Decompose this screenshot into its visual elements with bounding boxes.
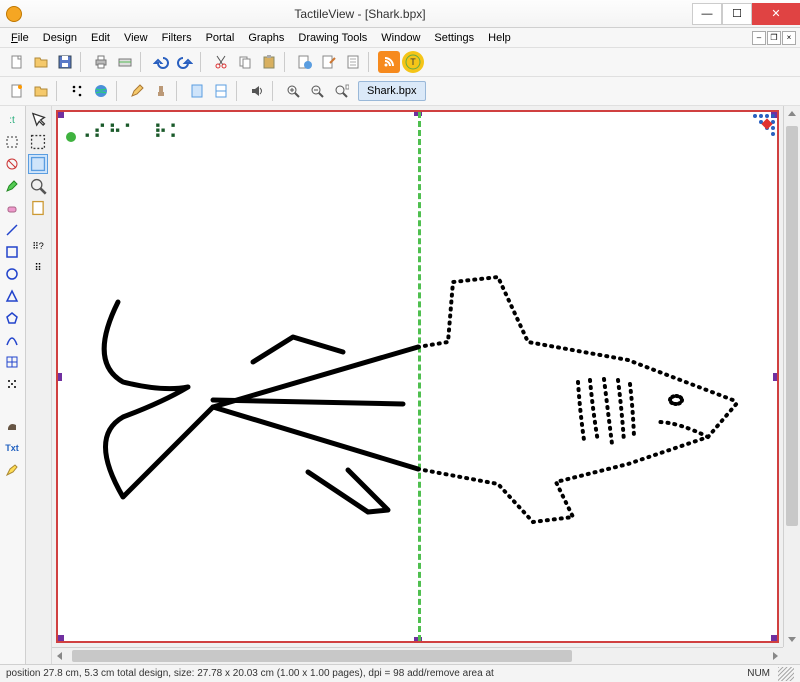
menu-drawing-tools[interactable]: Drawing Tools (291, 30, 374, 46)
titlebar: TactileView - [Shark.bpx] — ☐ ✕ (0, 0, 800, 28)
txt-tool[interactable]: Txt (2, 438, 22, 458)
cut-button[interactable] (210, 51, 232, 73)
new-file-button[interactable] (6, 51, 28, 73)
pointer-tool[interactable] (28, 110, 48, 130)
select-rect-tool[interactable] (2, 132, 22, 152)
menu-window[interactable]: Window (374, 30, 427, 46)
mdi-restore[interactable]: ❐ (767, 31, 781, 45)
menu-help[interactable]: Help (481, 30, 518, 46)
window-title: TactileView - [Shark.bpx] (28, 7, 692, 21)
curve-tool[interactable] (2, 330, 22, 350)
handle-ml[interactable] (56, 373, 62, 381)
print-button[interactable] (90, 51, 112, 73)
menu-edit[interactable]: Edit (84, 30, 117, 46)
retouch-tool[interactable] (2, 154, 22, 174)
mdi-minimize[interactable]: – (752, 31, 766, 45)
vertical-scrollbar[interactable] (783, 106, 800, 647)
pencil-green-tool[interactable] (2, 176, 22, 196)
open-folder-button[interactable] (30, 80, 52, 102)
resize-grip-icon[interactable] (778, 667, 794, 681)
scan-button[interactable] (114, 51, 136, 73)
toolbar-main: T (0, 48, 800, 77)
menu-file[interactable]: File (4, 30, 36, 46)
svg-text:T: T (410, 57, 416, 67)
status-num: NUM (747, 668, 770, 679)
dots-tool[interactable] (2, 374, 22, 394)
zoom-out-button[interactable] (306, 80, 328, 102)
status-text: position 27.8 cm, 5.3 cm total design, s… (6, 668, 494, 679)
table-tool[interactable] (2, 352, 22, 372)
toggle-doc-button[interactable] (6, 80, 28, 102)
paste-button[interactable] (258, 51, 280, 73)
menu-view[interactable]: View (117, 30, 155, 46)
handle-bl[interactable] (56, 635, 64, 643)
page-mode-1-button[interactable] (186, 80, 208, 102)
globe-button[interactable] (90, 80, 112, 102)
vertical-scroll-thumb[interactable] (786, 126, 798, 526)
polygon-tool[interactable] (2, 308, 22, 328)
rss-button[interactable] (378, 51, 400, 73)
copy-button[interactable] (234, 51, 256, 73)
highlight-tool[interactable] (2, 460, 22, 480)
zoom-fit-button[interactable] (330, 80, 352, 102)
menu-portal[interactable]: Portal (199, 30, 242, 46)
canvas-wrapper: ⠠⠎⠓⠁⠀⠗⠅ (52, 106, 800, 664)
audio-button[interactable] (246, 80, 268, 102)
horizontal-scrollbar[interactable] (52, 647, 783, 664)
corner-indicator-icon (733, 112, 777, 156)
line-tool[interactable] (2, 220, 22, 240)
zoom-in-button[interactable] (282, 80, 304, 102)
mdi-close[interactable]: × (782, 31, 796, 45)
minimize-button[interactable]: — (692, 3, 722, 25)
menu-design[interactable]: Design (36, 30, 84, 46)
left-tool-strip: :t Txt (0, 106, 26, 664)
tactileview-logo-button[interactable]: T (402, 51, 424, 73)
document-tab[interactable]: Shark.bpx (358, 81, 426, 101)
open-file-button[interactable] (30, 51, 52, 73)
save-file-button[interactable] (54, 51, 76, 73)
zoom-tool[interactable] (28, 176, 48, 196)
eraser-tool[interactable] (2, 198, 22, 218)
undo-button[interactable] (150, 51, 172, 73)
app-icon (6, 6, 22, 22)
redo-button[interactable] (174, 51, 196, 73)
anchor-dot-icon (66, 132, 76, 142)
square-tool[interactable] (2, 242, 22, 262)
text-tool[interactable]: :t (2, 110, 22, 130)
page-brush-button[interactable] (318, 51, 340, 73)
drawing-canvas[interactable]: ⠠⠎⠓⠁⠀⠗⠅ (56, 110, 779, 643)
menu-filters[interactable]: Filters (155, 30, 199, 46)
marquee-active-tool[interactable] (28, 154, 48, 174)
toolbar-secondary: Shark.bpx (0, 77, 800, 106)
menu-settings[interactable]: Settings (427, 30, 481, 46)
mammoth-tool[interactable] (2, 416, 22, 436)
close-button[interactable]: ✕ (752, 3, 800, 25)
braille-dots-tool[interactable]: ⠿ (28, 258, 48, 278)
selection-box-tool[interactable] (28, 132, 48, 152)
main-area: :t Txt ⠿? ⠿ (0, 106, 800, 664)
shark-drawing (68, 182, 768, 612)
page-tool[interactable] (28, 198, 48, 218)
page-world-button[interactable] (294, 51, 316, 73)
pencil-edit-button[interactable] (126, 80, 148, 102)
stamp-button[interactable] (150, 80, 172, 102)
page-doc-button[interactable] (342, 51, 364, 73)
triangle-tool[interactable] (2, 286, 22, 306)
second-tool-strip: ⠿? ⠿ (26, 106, 52, 664)
page-mode-2-button[interactable] (210, 80, 232, 102)
braille-text-label: ⠠⠎⠓⠁⠀⠗⠅ (78, 122, 184, 143)
braille-pattern-button[interactable] (66, 80, 88, 102)
menu-graphs[interactable]: Graphs (241, 30, 291, 46)
menubar: File Design Edit View Filters Portal Gra… (0, 28, 800, 48)
handle-mr[interactable] (773, 373, 779, 381)
handle-br[interactable] (771, 635, 779, 643)
braille-fill-tool[interactable]: ⠿? (28, 236, 48, 256)
circle-tool[interactable] (2, 264, 22, 284)
maximize-button[interactable]: ☐ (722, 3, 752, 25)
handle-tl[interactable] (56, 110, 64, 118)
statusbar: position 27.8 cm, 5.3 cm total design, s… (0, 664, 800, 682)
